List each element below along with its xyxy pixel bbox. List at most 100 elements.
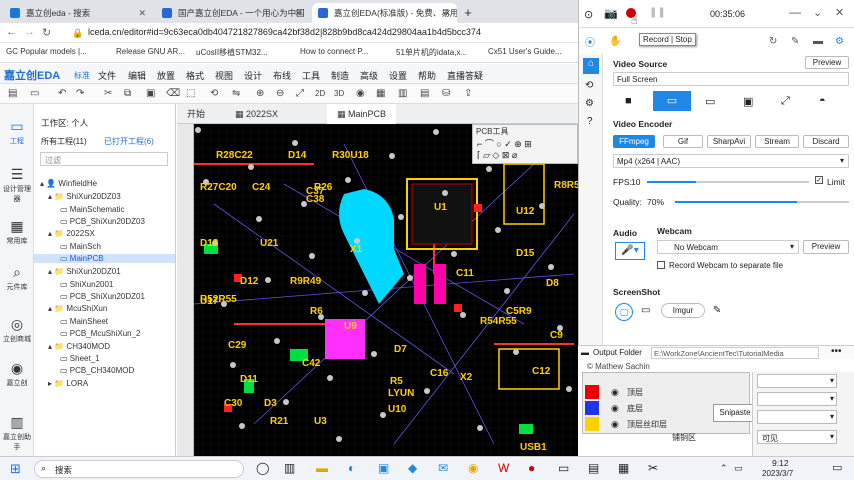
- edge-icon[interactable]: ◐: [348, 461, 355, 475]
- wps-icon[interactable]: W: [498, 461, 509, 475]
- webcam-source-icon[interactable]: ■: [625, 95, 632, 107]
- cut-icon[interactable]: ✂: [104, 88, 112, 99]
- tree-file[interactable]: ▭ PCB_ShiXun20DZ01: [60, 292, 145, 301]
- tree-folder[interactable]: ▴ 📁 ShiXun20DZ01: [48, 267, 121, 276]
- mail-icon[interactable]: ✉: [438, 461, 448, 475]
- browser-tab-active[interactable]: 嘉立创EDA(标准版) - 免费、易用 ✕: [312, 3, 457, 23]
- hand-icon[interactable]: ✋: [609, 36, 621, 47]
- folder-icon[interactable]: ▬: [813, 36, 823, 47]
- menu-place[interactable]: 放置: [157, 69, 175, 82]
- app-icon[interactable]: ✂: [648, 461, 658, 475]
- menu-design[interactable]: 设计: [244, 69, 262, 82]
- encoder-gif[interactable]: Gif: [663, 135, 703, 148]
- bom-icon[interactable]: ▤: [420, 88, 429, 99]
- property-select[interactable]: ▾: [757, 374, 837, 388]
- tree-file[interactable]: ▭ MainSch: [60, 242, 101, 251]
- quality-slider[interactable]: [675, 201, 849, 203]
- more-icon[interactable]: •••: [831, 346, 842, 357]
- menu-help[interactable]: 帮助: [418, 69, 436, 82]
- menu-fabricate[interactable]: 制造: [331, 69, 349, 82]
- tree-user[interactable]: ▴ 👤 WinfieldHe: [40, 179, 97, 188]
- windows-start-icon[interactable]: ⊞: [10, 461, 21, 477]
- network-icon[interactable]: ▭: [734, 463, 743, 474]
- gear-icon[interactable]: ⚙: [585, 98, 594, 109]
- webcam-select[interactable]: No Webcam ▾: [657, 240, 799, 254]
- share-icon[interactable]: ⇪: [464, 88, 472, 99]
- refresh-icon[interactable]: ↻: [42, 26, 51, 39]
- webcam-preview-button[interactable]: Preview: [803, 240, 849, 254]
- layer-color-top[interactable]: [585, 385, 599, 399]
- browser-tab[interactable]: 国产嘉立创EDA - 一个用心为中国 ✕: [156, 3, 308, 23]
- rail-jlc[interactable]: ◉ 嘉立创: [0, 360, 34, 388]
- tree-file[interactable]: ▭ PCB_McuShiXun_2: [60, 329, 141, 338]
- property-select[interactable]: ▾: [757, 410, 837, 424]
- rail-common-lib[interactable]: ▦ 常用库: [0, 218, 34, 246]
- url-field[interactable]: lceda.cn/editor#id=9c63eca0db40472182786…: [88, 27, 481, 37]
- store-icon[interactable]: ▣: [378, 461, 389, 475]
- menu-live-qa[interactable]: 直播答疑: [447, 69, 483, 82]
- menu-file[interactable]: 文件: [98, 69, 116, 82]
- collapse-icon[interactable]: ⊙: [584, 8, 593, 21]
- close-icon[interactable]: ✕: [294, 3, 302, 23]
- bookmark-item[interactable]: GC Popular models |...: [6, 47, 87, 56]
- property-value[interactable]: 可见 ▾: [757, 430, 837, 444]
- tree-file[interactable]: ▭ PCB_ShiXun20DZ03: [60, 217, 145, 226]
- tray-chevron-icon[interactable]: ⌃: [720, 463, 728, 474]
- align-icon[interactable]: ⬚: [186, 88, 195, 99]
- taskbar-search[interactable]: ⌕ 搜索: [34, 460, 244, 478]
- app-icon[interactable]: ▦: [618, 461, 629, 475]
- tab-mainpcb[interactable]: ▦ MainPCB: [327, 104, 397, 124]
- view-2d-button[interactable]: 2D: [315, 89, 325, 98]
- menu-route[interactable]: 布线: [273, 69, 291, 82]
- menu-advanced[interactable]: 高级: [360, 69, 378, 82]
- flip-icon[interactable]: ⇋: [232, 88, 240, 99]
- close-icon[interactable]: ✕: [835, 6, 844, 19]
- monitor-source-icon[interactable]: ▭: [705, 95, 715, 108]
- back-icon[interactable]: ←: [6, 26, 17, 38]
- encoder-discard[interactable]: Discard: [803, 135, 849, 148]
- encoder-stream[interactable]: Stream: [755, 135, 799, 148]
- settings-icon[interactable]: ⚙: [835, 36, 844, 47]
- eye-icon[interactable]: ◉: [611, 387, 619, 398]
- notification-icon[interactable]: ▭: [832, 461, 842, 474]
- close-icon[interactable]: ✕: [138, 3, 146, 23]
- rotate-icon[interactable]: ⟲: [210, 88, 218, 99]
- save-icon[interactable]: ▭: [30, 88, 39, 99]
- chevron-down-icon[interactable]: ⌄: [813, 6, 822, 19]
- home-icon[interactable]: ⌂: [583, 58, 599, 74]
- menu-edit[interactable]: 编辑: [128, 69, 146, 82]
- pcb-canvas[interactable]: U1 X1 U12 D15 C11 R9R49 R52R55 D12 U21 C29 C30 D3 U3…: [194, 124, 578, 456]
- source-preview-button[interactable]: Preview: [805, 56, 849, 69]
- rail-design-manager[interactable]: ☰ 设计管理器: [0, 166, 34, 204]
- gamepad-source-icon[interactable]: ◓: [819, 95, 826, 107]
- imgur-button[interactable]: Imgur: [661, 303, 705, 318]
- screenshot-file-icon[interactable]: ▢: [615, 303, 633, 321]
- rail-component-lib[interactable]: ⌕ 元件库: [0, 264, 34, 292]
- tree-folder[interactable]: ▴ 📁 McuShiXun: [48, 304, 107, 313]
- tree-file[interactable]: ▭ MainSheet: [60, 317, 108, 326]
- clipboard-icon[interactable]: ▭: [641, 305, 650, 316]
- tree-folder[interactable]: ▸ 📁 LORA: [48, 379, 88, 388]
- paste-icon[interactable]: ▣: [146, 88, 155, 99]
- app-icon[interactable]: ◆: [408, 461, 417, 475]
- shop-icon[interactable]: ⛁: [442, 88, 450, 99]
- zoom-out-icon[interactable]: ⊖: [276, 88, 284, 99]
- layer-color-bottom[interactable]: [585, 401, 599, 415]
- tab-start[interactable]: 开始: [177, 104, 215, 124]
- camera-icon[interactable]: ◉: [356, 88, 365, 99]
- separate-checkbox[interactable]: [657, 261, 665, 269]
- filter-all-tab[interactable]: 所有工程(11): [41, 136, 87, 147]
- layer-top[interactable]: 顶层: [627, 387, 643, 398]
- copy-icon[interactable]: ⧉: [124, 88, 131, 99]
- bookmark-item[interactable]: How to connect P...: [300, 47, 368, 56]
- app-icon[interactable]: ▤: [588, 461, 599, 475]
- view-3d-button[interactable]: 3D: [334, 89, 344, 98]
- tree-folder[interactable]: ▴ 📁 CH340MOD: [48, 342, 110, 351]
- eye-icon[interactable]: ◉: [611, 403, 619, 414]
- task-view-icon[interactable]: ◯: [256, 461, 269, 475]
- codec-select[interactable]: Mp4 (x264 | AAC) ▾: [613, 154, 849, 168]
- encoder-ffmpeg[interactable]: FFmpeg: [613, 135, 655, 148]
- history-icon[interactable]: ⟲: [585, 80, 593, 91]
- menu-settings[interactable]: 设置: [389, 69, 407, 82]
- new-tab-button[interactable]: +: [458, 3, 478, 23]
